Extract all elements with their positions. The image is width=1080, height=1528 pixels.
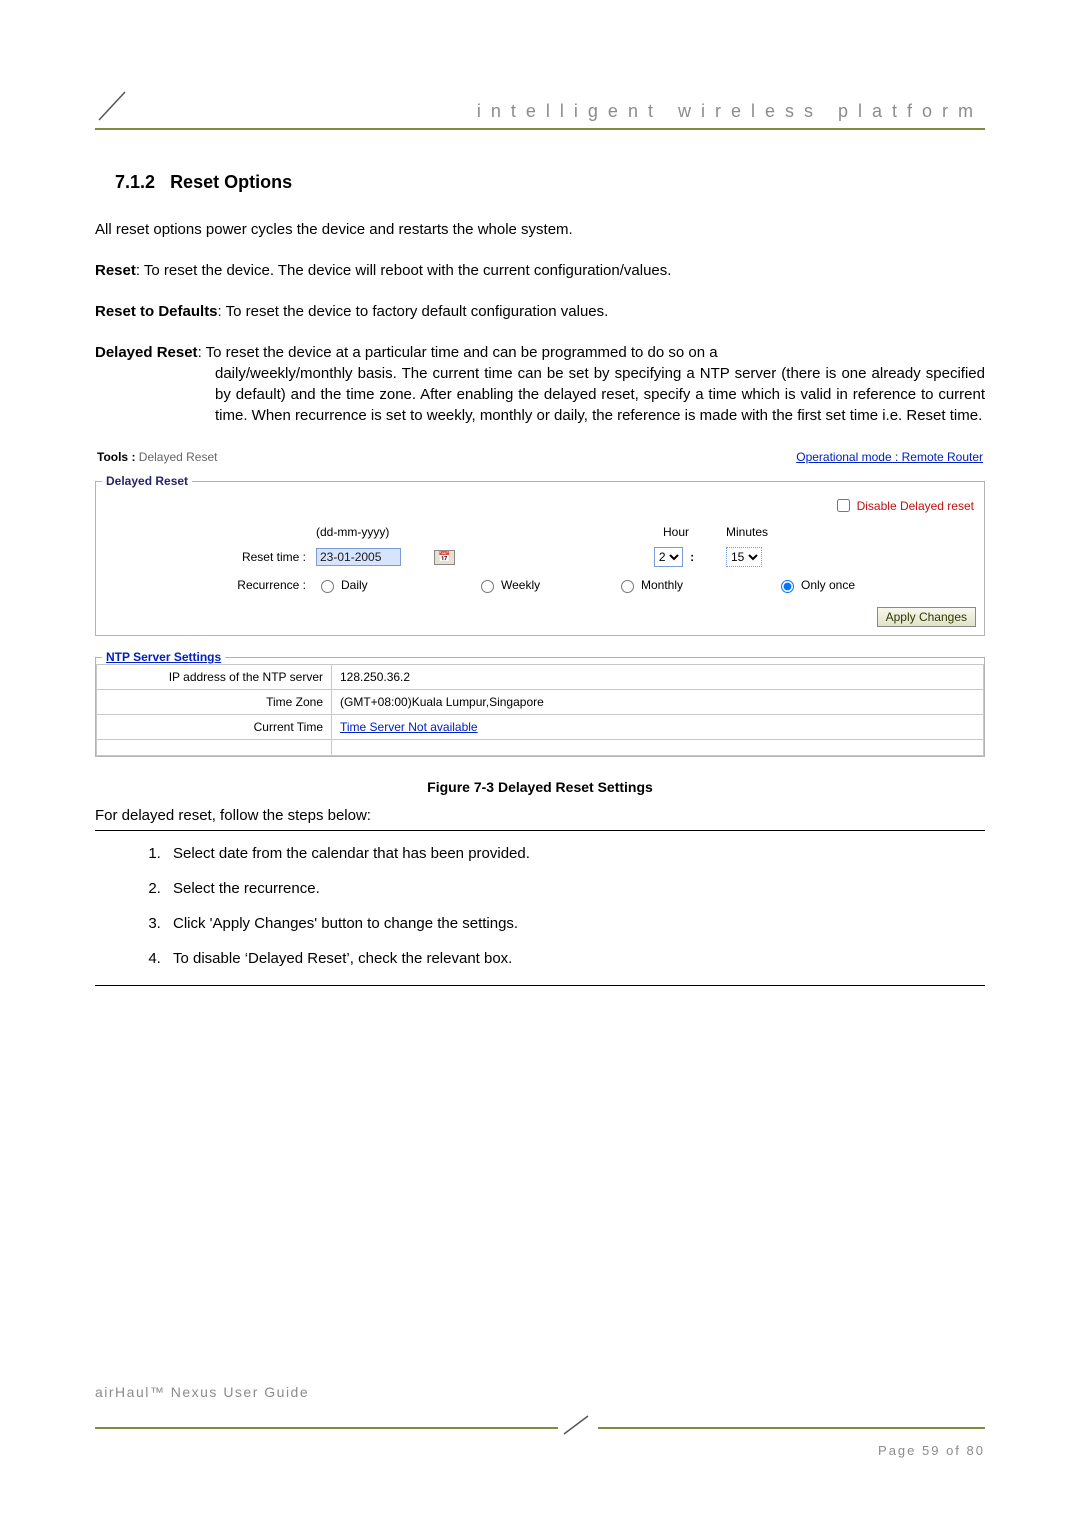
- minute-select[interactable]: 15: [726, 547, 762, 567]
- apply-changes-button[interactable]: Apply Changes: [877, 607, 976, 627]
- ntp-current-time-link[interactable]: Time Server Not available: [340, 720, 478, 734]
- hour-header: Hour: [626, 525, 726, 539]
- ntp-tz-label: Time Zone: [97, 690, 332, 715]
- ntp-ip-value: 128.250.36.2: [332, 665, 984, 690]
- delayed-reset-fieldset: Delayed Reset Disable Delayed reset (dd-…: [95, 474, 985, 636]
- time-colon: :: [686, 550, 698, 564]
- section-number: 7.1.2: [115, 172, 155, 192]
- delayed-label: Delayed Reset: [95, 344, 198, 361]
- ntp-settings-fieldset: NTP Server Settings IP address of the NT…: [95, 650, 985, 757]
- recurrence-only-once[interactable]: Only once: [776, 577, 946, 593]
- figure-caption: Figure 7-3 Delayed Reset Settings: [95, 779, 985, 795]
- ntp-ip-label: IP address of the NTP server: [97, 665, 332, 690]
- recurrence-daily-radio[interactable]: [321, 580, 334, 593]
- delayed-definition: Delayed Reset: To reset the device at a …: [95, 342, 985, 426]
- page-footer: airHaul™ Nexus User Guide Page 59 of 80: [95, 1384, 985, 1458]
- ntp-table: IP address of the NTP server 128.250.36.…: [96, 664, 984, 756]
- reset-definition: Reset: To reset the device. The device w…: [95, 260, 985, 281]
- footer-rule-left: [95, 1427, 558, 1429]
- footer-page-number: Page 59 of 80: [95, 1443, 985, 1458]
- minutes-header: Minutes: [726, 525, 816, 539]
- section-title: Reset Options: [170, 172, 292, 192]
- header-title: intelligent wireless platform: [135, 101, 985, 122]
- disable-delayed-reset-checkbox[interactable]: [837, 499, 850, 512]
- reset-time-input[interactable]: [316, 548, 401, 566]
- recurrence-label: Recurrence :: [106, 578, 316, 592]
- delayed-reset-panel: Tools : Delayed Reset Operational mode :…: [95, 446, 985, 757]
- recurrence-monthly-radio[interactable]: [621, 580, 634, 593]
- reset-body: : To reset the device. The device will r…: [136, 262, 672, 279]
- recurrence-only-once-radio[interactable]: [781, 580, 794, 593]
- step-2: Select the recurrence.: [165, 880, 985, 897]
- steps-lead: For delayed reset, follow the steps belo…: [95, 807, 985, 824]
- ntp-settings-legend-link[interactable]: NTP Server Settings: [106, 650, 221, 664]
- recurrence-monthly[interactable]: Monthly: [616, 577, 776, 593]
- section-heading: 7.1.2 Reset Options: [115, 172, 985, 193]
- delayed-body-first: : To reset the device at a particular ti…: [198, 344, 718, 361]
- steps-top-rule: [95, 830, 985, 831]
- footer-guide-title: airHaul™ Nexus User Guide: [95, 1384, 985, 1400]
- disable-delayed-reset-label: Disable Delayed reset: [857, 499, 974, 513]
- steps-bottom-rule: [95, 985, 985, 986]
- defaults-body: : To reset the device to factory default…: [218, 303, 609, 320]
- reset-label: Reset: [95, 262, 136, 279]
- recurrence-weekly[interactable]: Weekly: [476, 577, 616, 593]
- recurrence-daily[interactable]: Daily: [316, 577, 476, 593]
- step-4: To disable ‘Delayed Reset’, check the re…: [165, 950, 985, 967]
- ntp-current-time-label: Current Time: [97, 715, 332, 740]
- footer-rule-right: [598, 1427, 985, 1429]
- recurrence-weekly-radio[interactable]: [481, 580, 494, 593]
- operational-mode-link[interactable]: Operational mode : Remote Router: [796, 450, 983, 464]
- footer-slash-ornament: [558, 1414, 598, 1441]
- step-1: Select date from the calendar that has b…: [165, 845, 985, 862]
- hour-select[interactable]: 2: [654, 547, 683, 567]
- defaults-definition: Reset to Defaults: To reset the device t…: [95, 301, 985, 322]
- tools-label: Tools :: [97, 450, 135, 464]
- intro-paragraph: All reset options power cycles the devic…: [95, 219, 985, 240]
- header-rule: [95, 128, 985, 130]
- tools-breadcrumb: Tools : Delayed Reset: [97, 450, 218, 464]
- page-header: intelligent wireless platform: [95, 90, 985, 122]
- steps-list: Select date from the calendar that has b…: [95, 845, 985, 967]
- delayed-reset-legend: Delayed Reset: [102, 474, 192, 488]
- tools-value: Delayed Reset: [139, 450, 218, 464]
- ntp-tz-value: (GMT+08:00)Kuala Lumpur,Singapore: [332, 690, 984, 715]
- delayed-body-rest: daily/weekly/monthly basis. The current …: [95, 363, 985, 426]
- calendar-icon[interactable]: 📅: [434, 550, 454, 565]
- defaults-label: Reset to Defaults: [95, 303, 218, 320]
- date-format-hint: (dd-mm-yyyy): [316, 525, 516, 539]
- header-slash-ornament: [95, 90, 135, 122]
- reset-time-label: Reset time :: [106, 550, 316, 564]
- step-3: Click 'Apply Changes' button to change t…: [165, 915, 985, 932]
